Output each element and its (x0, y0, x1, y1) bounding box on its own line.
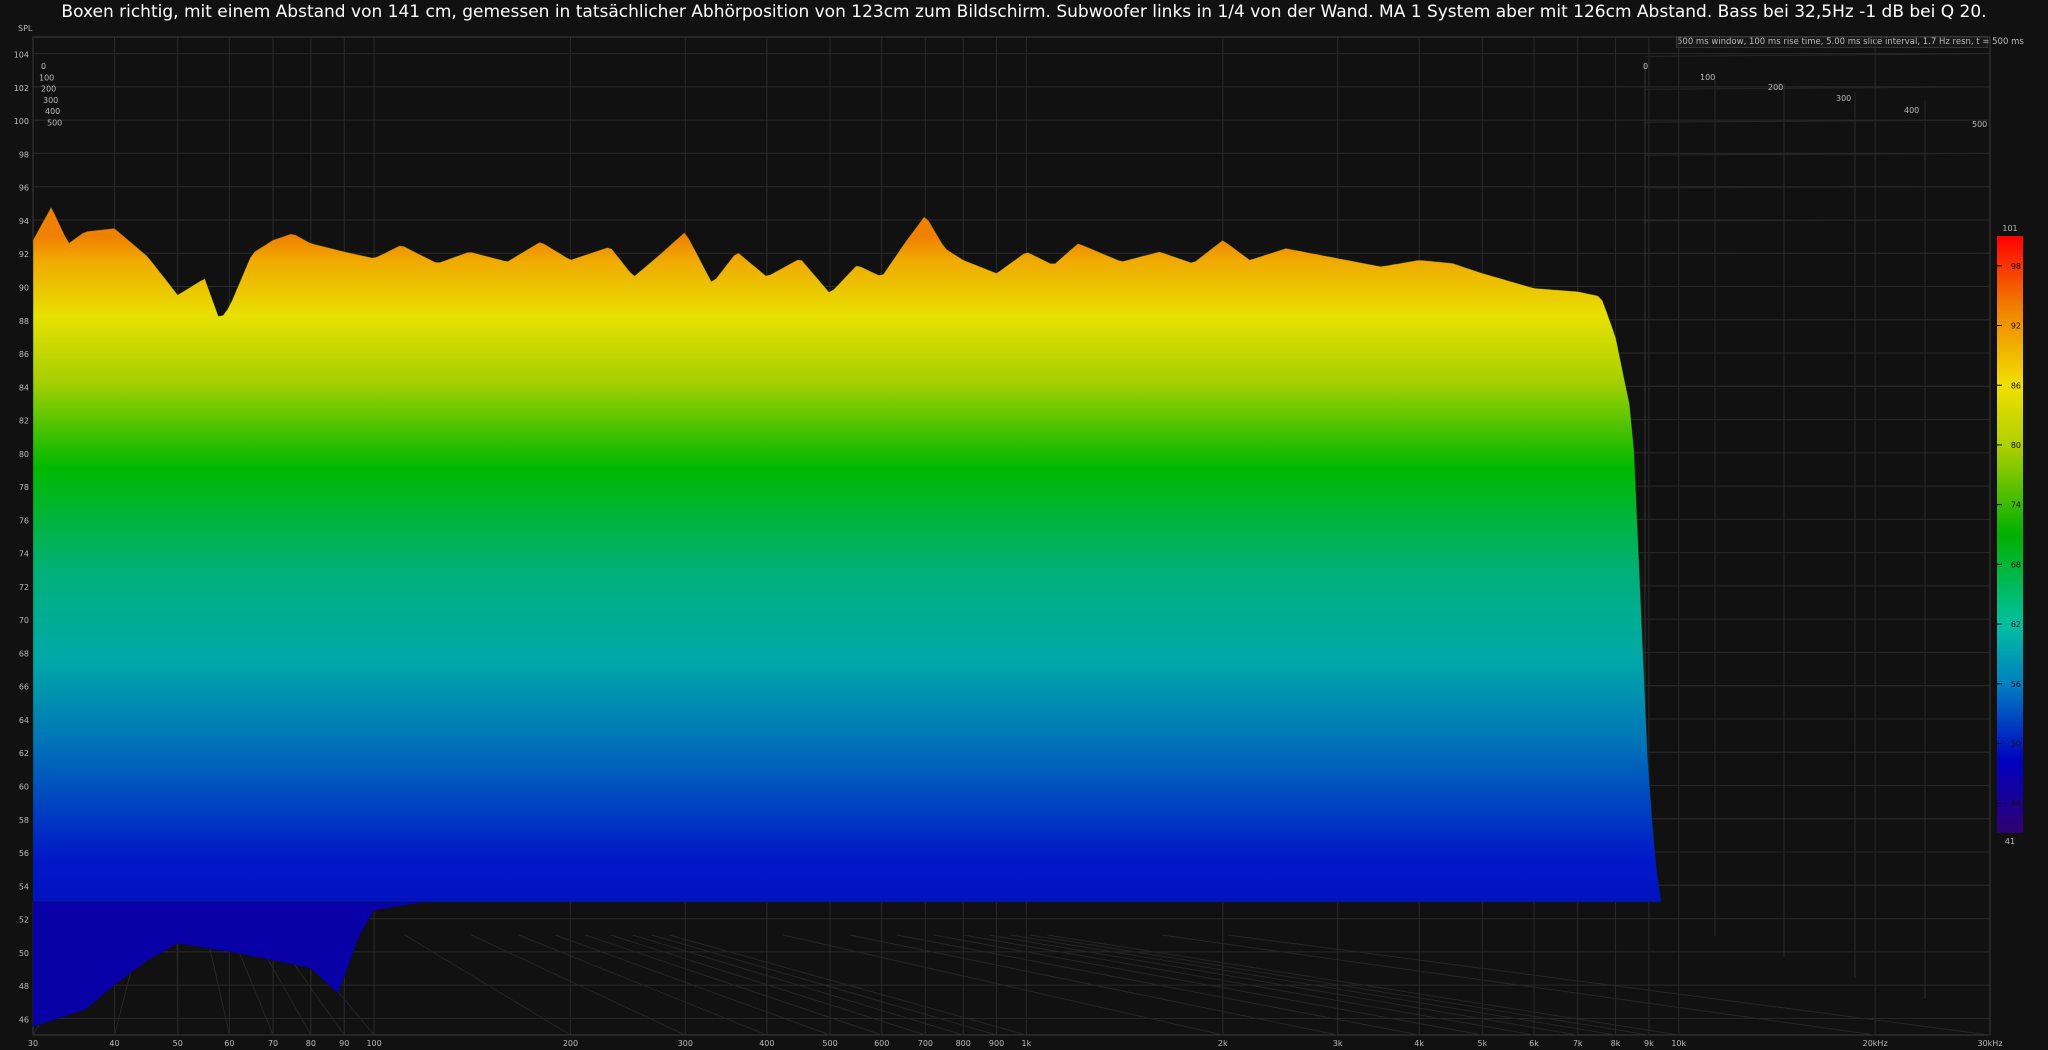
time-tick-label-left: 500 (47, 119, 62, 128)
x-tick-label: 300 (678, 1039, 693, 1048)
x-tick-label: 40 (109, 1039, 119, 1048)
y-tick-label: 66 (19, 683, 29, 692)
y-axis-label: SPL (18, 24, 33, 33)
y-tick-label: 80 (19, 450, 29, 459)
time-tick-label-left: 300 (43, 96, 58, 105)
x-tick-label: 600 (874, 1039, 889, 1048)
y-tick-label: 72 (19, 583, 29, 592)
x-tick-label: 2k (1218, 1039, 1228, 1048)
x-tick-label: 6k (1529, 1039, 1539, 1048)
y-tick-label: 52 (19, 916, 29, 925)
colorbar-tick-label: 44 (2011, 799, 2021, 808)
y-tick-label: 48 (19, 982, 29, 991)
waterfall-chart: SPL 46 48 50 52 54 56 58 60 62 64 66 68 70 72 74 76 78 80 8… (14, 24, 2023, 1048)
y-tick-label: 54 (19, 882, 29, 891)
x-tick-label: 500 (822, 1039, 837, 1048)
x-axis: 30 40 50 60 70 80 90 100 200 300 400 500 600 700 800 90… (28, 1039, 2003, 1048)
time-tick-label-left: 100 (39, 73, 54, 82)
x-tick-label: 70 (268, 1039, 278, 1048)
time-tick-label-top: 500 (1972, 120, 1987, 129)
colorbar-tick-label: 50 (2011, 739, 2021, 748)
colorbar-tick-label: 62 (2011, 620, 2021, 629)
y-tick-label: 102 (14, 84, 29, 93)
y-tick-label: 50 (19, 949, 29, 958)
x-tick-label: 700 (918, 1039, 933, 1048)
x-tick-label: 90 (339, 1039, 349, 1048)
colorbar: 101 41 98 92 86 80 74 68 62 56 50 44 (1997, 224, 2023, 846)
y-tick-label: 76 (19, 516, 29, 525)
y-tick-label: 70 (19, 616, 29, 625)
colorbar-tick-label: 56 (2011, 680, 2021, 689)
y-tick-label: 84 (19, 383, 29, 392)
x-tick-label: 8k (1611, 1039, 1621, 1048)
x-tick-label: 20kHz (1863, 1039, 1888, 1048)
x-tick-label: 30 (28, 1039, 38, 1048)
colorbar-tick-label: 98 (2011, 262, 2021, 271)
y-tick-label: 74 (19, 550, 29, 559)
colorbar-tick-label: 68 (2011, 560, 2021, 569)
time-tick-label-top: 400 (1904, 106, 1919, 115)
x-tick-label: 60 (224, 1039, 234, 1048)
colorbar-tick-label: 74 (2011, 501, 2021, 510)
colorbar-tick-label: 80 (2011, 441, 2021, 450)
x-tick-label: 30kHz (1977, 1039, 2002, 1048)
x-tick-label: 80 (306, 1039, 316, 1048)
y-tick-label: 56 (19, 849, 29, 858)
y-tick-label: 96 (19, 184, 29, 193)
y-tick-label: 104 (14, 51, 29, 60)
y-tick-label: 98 (19, 150, 29, 159)
x-tick-label: 400 (759, 1039, 774, 1048)
y-tick-label: 62 (19, 749, 29, 758)
time-tick-label-top: 0 (1643, 62, 1648, 71)
time-tick-label-left: 400 (45, 107, 60, 116)
y-tick-label: 86 (19, 350, 29, 359)
y-tick-label: 60 (19, 783, 29, 792)
time-tick-label-top: 300 (1836, 94, 1851, 103)
colorbar-tick-label: 92 (2011, 322, 2021, 331)
x-tick-label: 900 (989, 1039, 1004, 1048)
y-axis: SPL 46 48 50 52 54 56 58 60 62 64 66 68 70 72 74 76 78 80 8… (14, 24, 33, 1024)
waterfall-slices (32, 206, 1662, 1028)
y-tick-label: 92 (19, 250, 29, 259)
x-tick-label: 100 (366, 1039, 381, 1048)
colorbar-tick-label: 86 (2011, 381, 2021, 390)
time-tick-label-left: 200 (41, 85, 56, 94)
x-tick-label: 3k (1333, 1039, 1343, 1048)
x-tick-label: 10k (1671, 1039, 1686, 1048)
colorbar-max-label: 101 (2002, 224, 2017, 233)
y-tick-label: 68 (19, 649, 29, 658)
x-tick-label: 800 (956, 1039, 971, 1048)
x-tick-label: 50 (173, 1039, 183, 1048)
y-tick-label: 78 (19, 483, 29, 492)
y-tick-label: 100 (14, 117, 29, 126)
y-tick-label: 82 (19, 417, 29, 426)
x-tick-label: 1k (1022, 1039, 1032, 1048)
y-tick-label: 46 (19, 1015, 29, 1024)
time-tick-label-top: 200 (1768, 83, 1783, 92)
y-tick-label: 90 (19, 284, 29, 293)
colorbar-min-label: 41 (2005, 837, 2015, 846)
x-tick-label: 200 (563, 1039, 578, 1048)
time-tick-label-left: 0 (41, 62, 46, 71)
x-tick-label: 9k (1644, 1039, 1654, 1048)
x-tick-label: 7k (1573, 1039, 1583, 1048)
y-tick-label: 88 (19, 317, 29, 326)
x-tick-label: 4k (1414, 1039, 1424, 1048)
time-axis: 0 100 200 300 400 500 0 100 200 300 400 500 (39, 62, 1987, 129)
y-tick-label: 58 (19, 816, 29, 825)
waterfall-slice (32, 206, 1662, 903)
x-tick-label: 5k (1478, 1039, 1488, 1048)
y-tick-label: 64 (19, 716, 29, 725)
time-tick-label-top: 100 (1700, 73, 1715, 82)
y-tick-label: 94 (19, 217, 29, 226)
